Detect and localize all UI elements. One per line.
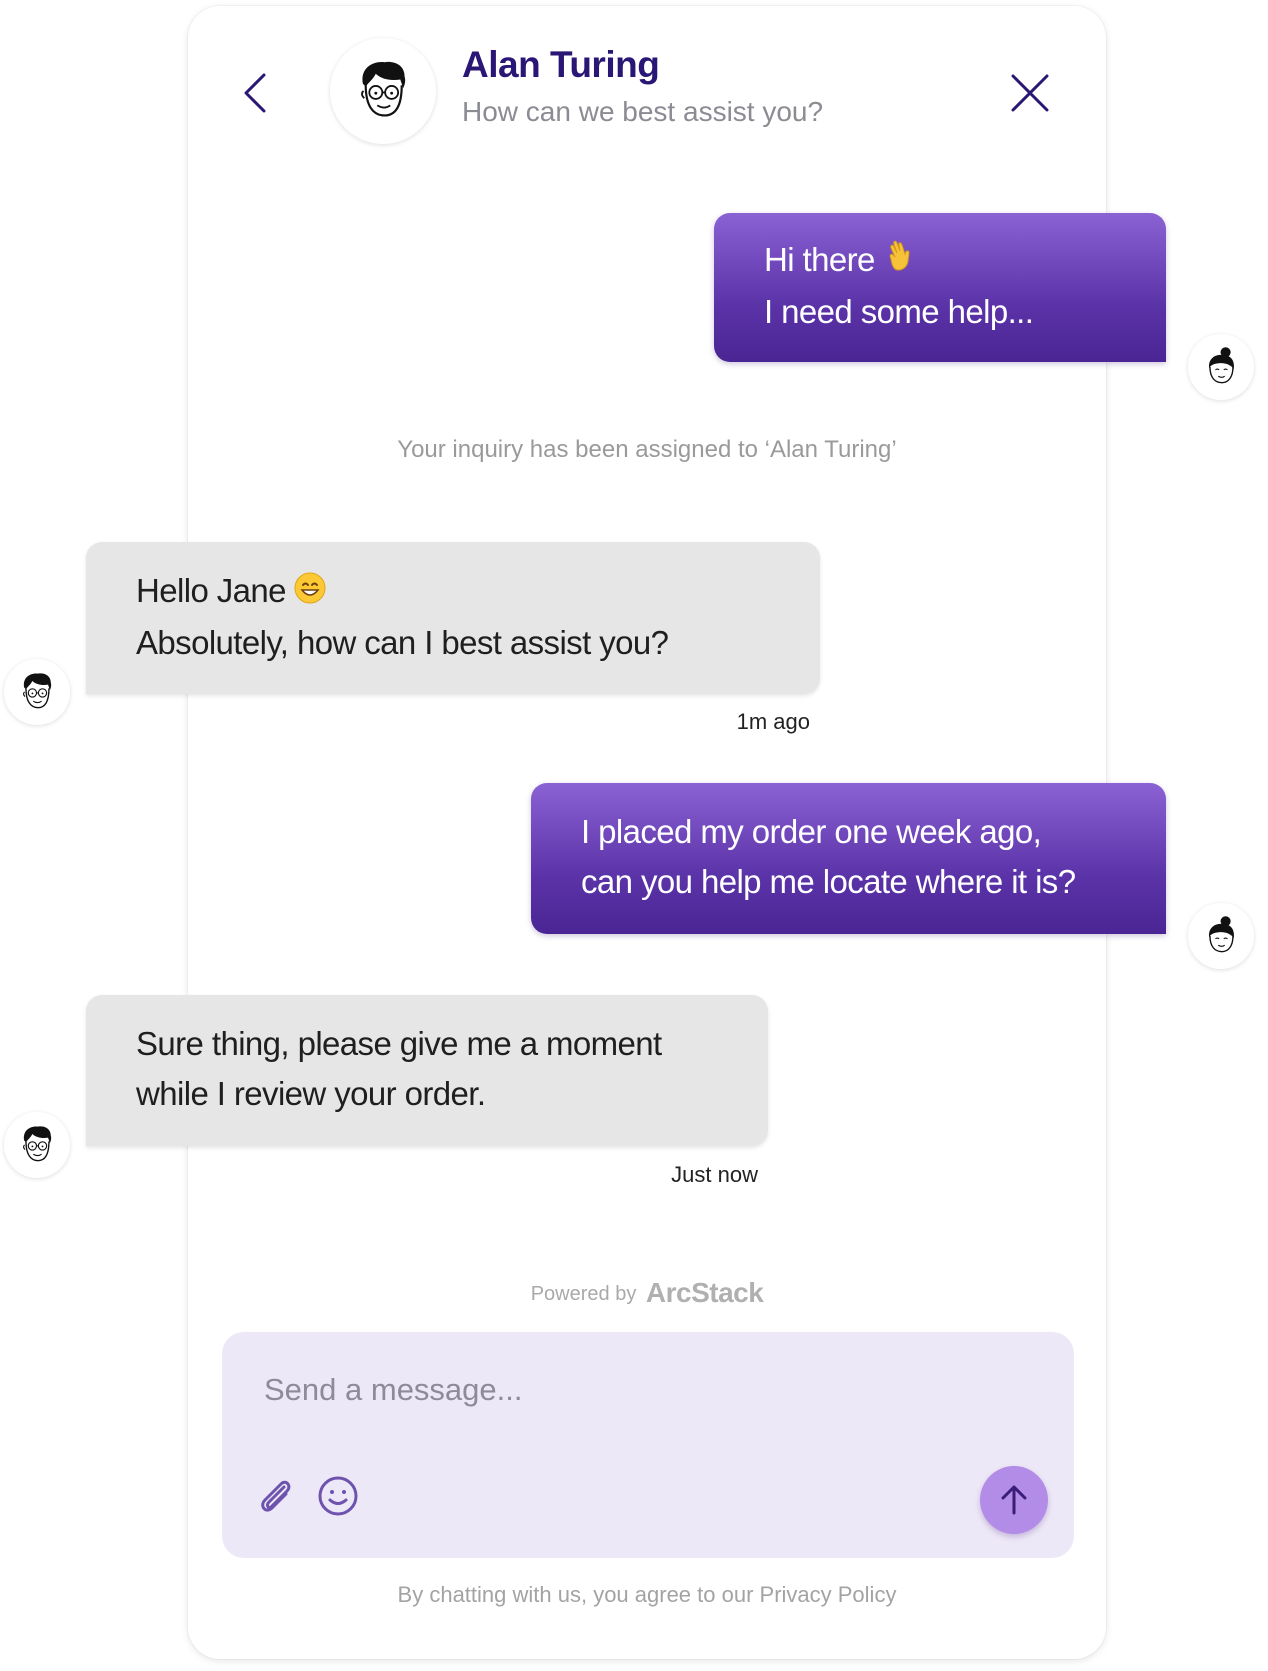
powered-by: Powered by ArcStack bbox=[188, 1277, 1106, 1309]
user-avatar bbox=[1188, 334, 1254, 400]
powered-by-prefix: Powered by bbox=[530, 1283, 637, 1305]
message-line: can you help me locate where it is? bbox=[581, 863, 1076, 900]
message-timestamp: 1m ago bbox=[736, 709, 810, 734]
emoji-button[interactable] bbox=[316, 1474, 360, 1518]
paperclip-icon bbox=[261, 1480, 291, 1512]
back-button[interactable] bbox=[235, 68, 275, 118]
agent-avatar bbox=[4, 1112, 70, 1178]
close-icon bbox=[1011, 74, 1049, 112]
agent-face-icon bbox=[14, 669, 60, 715]
user-message-bubble: Hi there I need some help... bbox=[714, 213, 1166, 362]
message-line: while I review your order. bbox=[136, 1075, 486, 1112]
agent-subtitle: How can we best assist you? bbox=[462, 96, 824, 127]
agent-avatar bbox=[330, 38, 436, 144]
message-line: Hello Jane bbox=[136, 566, 820, 618]
waving-hand-emoji bbox=[883, 237, 917, 287]
close-button[interactable] bbox=[1005, 68, 1055, 118]
message-line: I placed my order one week ago, bbox=[581, 813, 1042, 850]
user-avatar bbox=[1188, 903, 1254, 969]
arrow-up-icon bbox=[1001, 1485, 1027, 1515]
agent-name: Alan Turing bbox=[462, 44, 660, 85]
user-message-bubble: I placed my order one week ago, can you … bbox=[531, 783, 1166, 934]
user-face-icon bbox=[1198, 344, 1244, 390]
agent-face-icon bbox=[347, 55, 419, 127]
message-line: Absolutely, how can I best assist you? bbox=[136, 624, 669, 662]
message-line: Sure thing, please give me a moment bbox=[136, 1025, 662, 1062]
user-face-icon bbox=[1198, 913, 1244, 959]
agent-message-bubble: Sure thing, please give me a moment whil… bbox=[86, 995, 768, 1146]
agent-message-bubble: Hello Jane Absolutely, how can I best as… bbox=[86, 542, 820, 694]
message-timestamp: Just now bbox=[671, 1162, 758, 1187]
assignment-note: Your inquiry has been assigned to ‘Alan … bbox=[397, 436, 897, 463]
grinning-face-emoji bbox=[294, 568, 326, 618]
agent-avatar bbox=[4, 659, 70, 725]
brand-name[interactable]: ArcStack bbox=[646, 1277, 764, 1308]
smiley-icon bbox=[318, 1476, 358, 1516]
agent-face-icon bbox=[14, 1122, 60, 1168]
privacy-notice[interactable]: By chatting with us, you agree to our Pr… bbox=[188, 1582, 1106, 1608]
send-button[interactable] bbox=[980, 1466, 1048, 1534]
chevron-left-icon bbox=[244, 73, 266, 113]
message-input[interactable] bbox=[262, 1364, 966, 1416]
message-line: Hi there bbox=[764, 235, 1166, 287]
attach-button[interactable] bbox=[254, 1474, 298, 1518]
message-line: I need some help... bbox=[764, 293, 1034, 331]
